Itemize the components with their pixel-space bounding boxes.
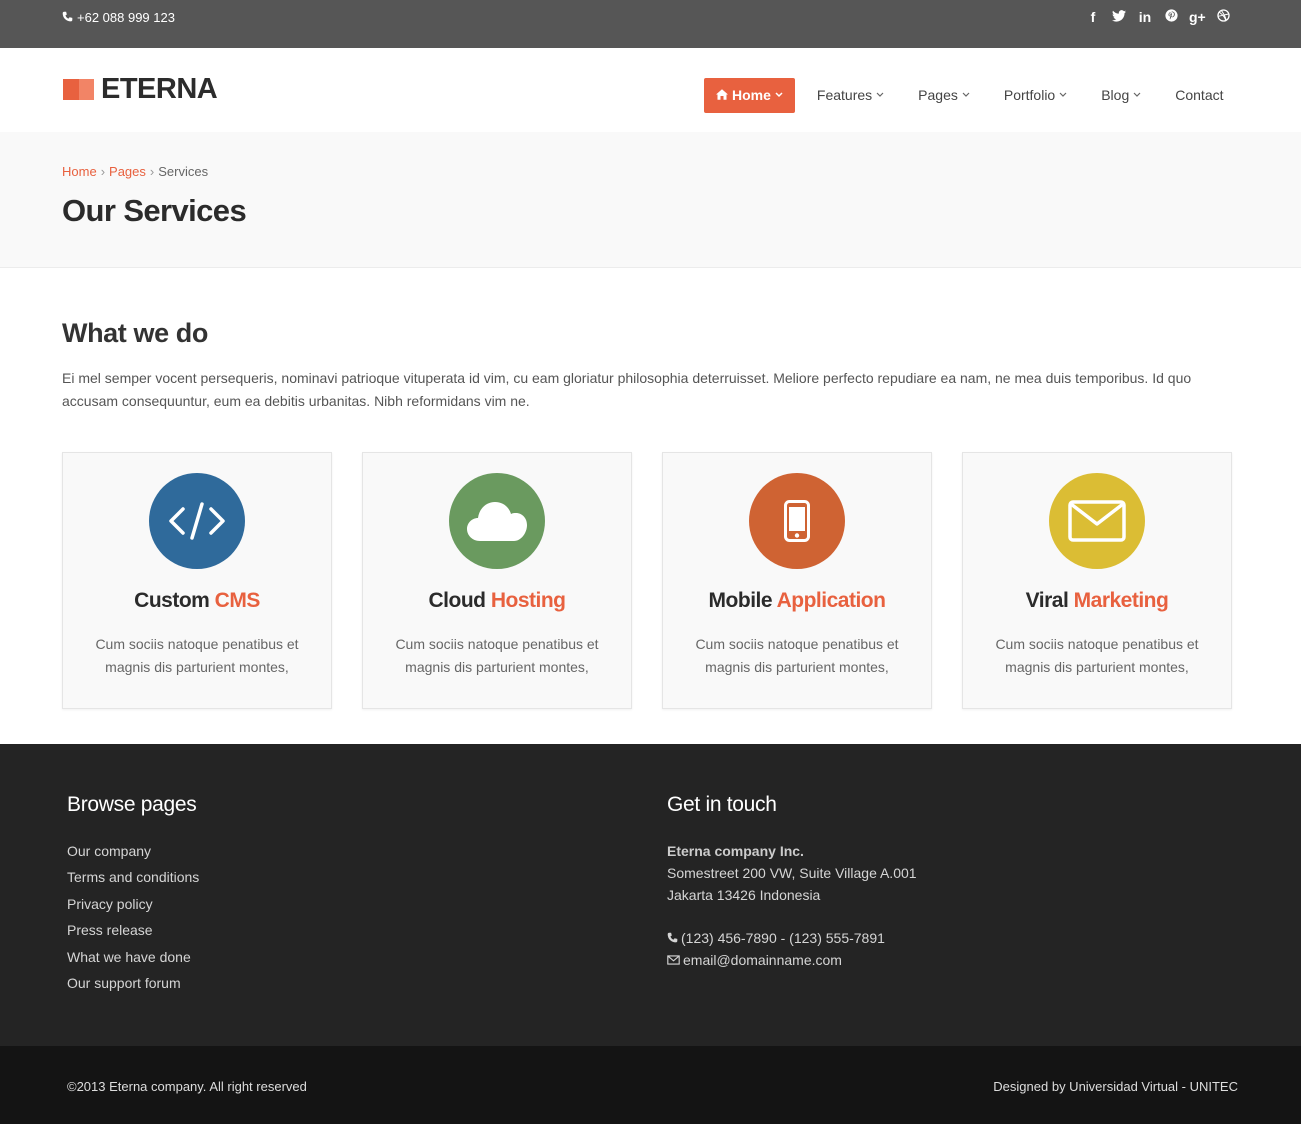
address-line: Jakarta 13426 Indonesia — [667, 887, 821, 903]
designer-credit[interactable]: Designed by Universidad Virtual - UNITEC — [993, 1079, 1238, 1094]
main-nav: Home Features Pages Portfolio Blog Conta… — [704, 78, 1241, 113]
social-links: f in g+ — [1085, 9, 1231, 25]
footer-links: Our company Terms and conditions Privacy… — [67, 840, 199, 998]
chevron-down-icon — [1133, 78, 1141, 113]
breadcrumb-pages-link[interactable]: Pages — [109, 164, 146, 179]
pinterest-icon[interactable] — [1163, 9, 1179, 25]
service-description: Cum sociis natoque penatibus et magnis d… — [695, 636, 899, 675]
nav-item-portfolio[interactable]: Portfolio — [987, 78, 1084, 113]
topbar-phone-number: +62 088 999 123 — [77, 10, 175, 25]
contact-email: email@domainname.com — [667, 949, 917, 971]
chevron-down-icon — [876, 78, 884, 113]
service-card-cms[interactable]: Custom CMS Cum sociis natoque penatibus … — [62, 452, 332, 709]
page-title: Our Services — [62, 193, 247, 228]
envelope-icon — [1049, 473, 1145, 569]
service-title: Mobile Application — [708, 589, 886, 612]
copyright: ©2013 Eterna company. All right reserved — [67, 1079, 307, 1094]
footer-link[interactable]: Our support forum — [67, 972, 199, 998]
breadcrumb: Home › Pages › Services — [62, 164, 208, 179]
chevron-down-icon — [775, 78, 783, 113]
facebook-icon[interactable]: f — [1085, 9, 1101, 25]
nav-item-features[interactable]: Features — [800, 78, 901, 113]
nav-contact-label: Contact — [1175, 87, 1224, 103]
dribbble-icon[interactable] — [1215, 9, 1231, 25]
contact-phone-number: (123) 456-7890 - (123) 555-7891 — [681, 930, 885, 946]
section-intro: Ei mel semper vocent persequeris, nomina… — [62, 370, 1192, 409]
envelope-icon — [667, 949, 680, 971]
contact-phone: (123) 456-7890 - (123) 555-7891 — [667, 927, 917, 949]
nav-item-pages[interactable]: Pages — [901, 78, 987, 113]
nav-features-label: Features — [816, 87, 873, 103]
code-icon — [149, 473, 245, 569]
service-description: Cum sociis natoque penatibus et magnis d… — [995, 636, 1199, 675]
chevron-right-icon: › — [100, 164, 106, 179]
service-card-mobile[interactable]: Mobile Application Cum sociis natoque pe… — [662, 452, 932, 709]
chevron-down-icon — [962, 78, 970, 113]
logo-mark-icon — [63, 78, 94, 100]
page-title-bar: Home › Pages › Services Our Services — [0, 132, 1301, 268]
contact-email-link[interactable]: email@domainname.com — [683, 949, 842, 971]
service-card-hosting[interactable]: Cloud Hosting Cum sociis natoque penatib… — [362, 452, 632, 709]
nav-item-contact[interactable]: Contact — [1158, 78, 1240, 113]
site-footer: Browse pages Our company Terms and condi… — [0, 744, 1301, 1046]
nav-item-home[interactable]: Home — [704, 78, 795, 113]
services-grid: Custom CMS Cum sociis natoque penatibus … — [62, 452, 1232, 709]
cloud-icon — [449, 473, 545, 569]
logo[interactable]: ETERNA — [63, 73, 218, 105]
breadcrumb-home-link[interactable]: Home — [62, 164, 97, 179]
browse-pages-heading: Browse pages — [67, 793, 197, 816]
nav-portfolio-label: Portfolio — [1003, 87, 1056, 103]
chevron-right-icon: › — [149, 164, 155, 179]
nav-blog-label: Blog — [1101, 87, 1130, 103]
topbar-phone: +62 088 999 123 — [62, 10, 175, 25]
footer-link[interactable]: Terms and conditions — [67, 866, 199, 892]
service-title: Custom CMS — [134, 589, 260, 612]
nav-item-blog[interactable]: Blog — [1084, 78, 1158, 113]
phone-icon — [667, 927, 678, 949]
bottom-bar: ©2013 Eterna company. All right reserved… — [0, 1046, 1301, 1124]
service-title: Viral Marketing — [1025, 589, 1169, 612]
section-title: What we do — [62, 318, 208, 348]
get-in-touch-heading: Get in touch — [667, 793, 777, 816]
twitter-icon[interactable] — [1111, 9, 1127, 25]
home-icon — [716, 78, 728, 113]
nav-pages-label: Pages — [918, 87, 958, 103]
linkedin-icon[interactable]: in — [1137, 9, 1153, 25]
mobile-icon — [749, 473, 845, 569]
service-title: Cloud Hosting — [428, 589, 566, 612]
phone-icon — [62, 10, 73, 25]
service-card-marketing[interactable]: Viral Marketing Cum sociis natoque penat… — [962, 452, 1232, 709]
footer-link[interactable]: Our company — [67, 840, 199, 866]
top-bar: +62 088 999 123 f in g+ — [0, 0, 1301, 48]
footer-link[interactable]: Press release — [67, 919, 199, 945]
nav-home-label: Home — [732, 87, 771, 103]
address-line: Somestreet 200 VW, Suite Village A.001 — [667, 865, 917, 881]
breadcrumb-current: Services — [158, 164, 209, 179]
chevron-down-icon — [1059, 78, 1067, 113]
footer-link[interactable]: Privacy policy — [67, 893, 199, 919]
service-description: Cum sociis natoque penatibus et magnis d… — [95, 636, 299, 675]
service-description: Cum sociis natoque penatibus et magnis d… — [395, 636, 599, 675]
google-plus-icon[interactable]: g+ — [1189, 9, 1206, 25]
site-header: ETERNA Home Features Pages Portfolio Blo… — [0, 48, 1301, 132]
footer-link[interactable]: What we have done — [67, 946, 199, 972]
contact-info: Eterna company Inc. Somestreet 200 VW, S… — [667, 840, 917, 971]
company-name: Eterna company Inc. — [667, 843, 804, 859]
logo-text: ETERNA — [101, 73, 218, 105]
